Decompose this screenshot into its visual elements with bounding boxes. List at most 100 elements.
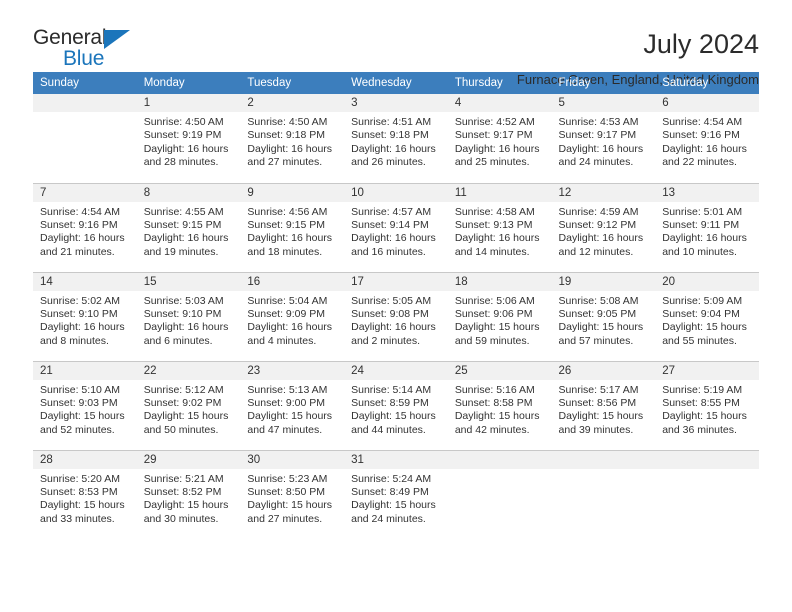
sunrise-text: Sunrise: 4:58 AM <box>454 205 535 218</box>
day-cell[interactable]: 26 Sunrise: 5:17 AM Sunset: 8:56 PM Dayligh… <box>551 361 656 451</box>
day-details: Sunrise: 4:57 AM Sunset: 9:14 PM Daylight:… <box>344 202 448 260</box>
week-row: 7 Sunrise: 4:54 AM Sunset: 9:16 PM Daylight… <box>33 183 759 273</box>
day-cell[interactable]: 25 Sunrise: 5:16 AM Sunset: 8:58 PM Dayligh… <box>447 361 552 451</box>
day-cell[interactable]: 14 Sunrise: 5:02 AM Sunset: 9:10 PM Dayligh… <box>33 272 137 362</box>
day-number: 18 <box>447 272 552 291</box>
day-cell[interactable]: 3 Sunrise: 4:51 AM Sunset: 9:18 PM Daylight… <box>344 94 448 184</box>
day-cell[interactable]: 27 Sunrise: 5:19 AM Sunset: 8:55 PM Dayligh… <box>655 361 759 451</box>
daylight-text: Daylight: 15 hours and 44 minutes. <box>351 410 436 436</box>
sunrise-text: Sunrise: 5:08 AM <box>558 294 639 307</box>
sunset-text: Sunset: 8:53 PM <box>40 485 118 498</box>
day-details: Sunrise: 5:09 AM Sunset: 9:04 PM Daylight:… <box>655 291 759 349</box>
day-cell[interactable]: 16 Sunrise: 5:04 AM Sunset: 9:09 PM Dayligh… <box>240 272 345 362</box>
day-details: Sunrise: 4:56 AM Sunset: 9:15 PM Daylight:… <box>240 202 344 260</box>
sunrise-text: Sunrise: 4:50 AM <box>143 116 224 128</box>
day-number: 30 <box>240 450 345 469</box>
page-header: General Blue July 2024 Furnace Green, En… <box>33 0 759 87</box>
day-number: 20 <box>655 272 759 291</box>
sunset-text: Sunset: 8:52 PM <box>143 485 222 498</box>
daylight-text: Daylight: 16 hours and 24 minutes. <box>558 142 644 169</box>
day-cell[interactable]: 1 Sunrise: 4:50 AM Sunset: 9:19 PM Daylight… <box>136 94 241 184</box>
week-row: 28 Sunrise: 5:20 AM Sunset: 8:53 PM Dayligh… <box>33 450 759 539</box>
day-cell[interactable]: 20 Sunrise: 5:09 AM Sunset: 9:04 PM Dayligh… <box>655 272 759 362</box>
day-number: 12 <box>551 183 656 202</box>
day-cell[interactable]: 23 Sunrise: 5:13 AM Sunset: 9:00 PM Dayligh… <box>240 361 345 451</box>
day-number: 24 <box>344 361 448 380</box>
sunrise-text: Sunrise: 4:54 AM <box>662 116 743 128</box>
sunset-text: Sunset: 9:02 PM <box>143 396 222 409</box>
day-cell[interactable]: 12 Sunrise: 4:59 AM Sunset: 9:12 PM Dayligh… <box>551 183 656 273</box>
daylight-text: Daylight: 16 hours and 8 minutes. <box>40 321 125 347</box>
daylight-text: Daylight: 16 hours and 21 minutes. <box>40 232 125 258</box>
day-number: 15 <box>136 272 241 291</box>
daylight-text: Daylight: 16 hours and 12 minutes. <box>558 232 644 258</box>
general-blue-logo[interactable]: General Blue <box>33 26 183 78</box>
day-cell[interactable]: 11 Sunrise: 4:58 AM Sunset: 9:13 PM Dayligh… <box>447 183 552 273</box>
daylight-text: Daylight: 15 hours and 55 minutes. <box>662 321 747 347</box>
day-cell[interactable]: 19 Sunrise: 5:08 AM Sunset: 9:05 PM Dayligh… <box>551 272 656 362</box>
day-cell[interactable]: 8 Sunrise: 4:55 AM Sunset: 9:15 PM Daylight… <box>136 183 241 273</box>
day-number: 19 <box>551 272 656 291</box>
day-cell[interactable]: 15 Sunrise: 5:03 AM Sunset: 9:10 PM Dayligh… <box>136 272 241 362</box>
day-cell-empty <box>447 450 552 539</box>
day-cell[interactable]: 5 Sunrise: 4:53 AM Sunset: 9:17 PM Daylight… <box>551 94 656 184</box>
day-cell[interactable]: 28 Sunrise: 5:20 AM Sunset: 8:53 PM Dayligh… <box>33 450 137 539</box>
day-details: Sunrise: 5:24 AM Sunset: 8:49 PM Daylight:… <box>344 469 448 527</box>
sunrise-text: Sunrise: 5:05 AM <box>351 294 432 307</box>
day-cell[interactable]: 4 Sunrise: 4:52 AM Sunset: 9:17 PM Daylight… <box>447 94 552 184</box>
day-cell[interactable]: 17 Sunrise: 5:05 AM Sunset: 9:08 PM Dayligh… <box>344 272 448 362</box>
day-details: Sunrise: 4:59 AM Sunset: 9:12 PM Daylight:… <box>552 202 656 260</box>
day-cell[interactable]: 24 Sunrise: 5:14 AM Sunset: 8:59 PM Dayligh… <box>344 361 448 451</box>
day-number: 2 <box>240 94 345 112</box>
day-cell[interactable]: 30 Sunrise: 5:23 AM Sunset: 8:50 PM Dayligh… <box>240 450 345 539</box>
weekday-header-tuesday: Tuesday <box>240 72 345 94</box>
sunrise-text: Sunrise: 5:13 AM <box>247 383 328 396</box>
day-details: Sunrise: 5:05 AM Sunset: 9:08 PM Daylight:… <box>344 291 448 349</box>
sunrise-text: Sunrise: 5:12 AM <box>143 383 224 396</box>
daylight-text: Daylight: 16 hours and 18 minutes. <box>247 232 333 258</box>
day-details: Sunrise: 4:55 AM Sunset: 9:15 PM Daylight:… <box>137 202 241 260</box>
day-cell[interactable]: 7 Sunrise: 4:54 AM Sunset: 9:16 PM Daylight… <box>33 183 137 273</box>
day-cell[interactable]: 9 Sunrise: 4:56 AM Sunset: 9:15 PM Daylight… <box>240 183 345 273</box>
month-calendar: Sunday Monday Tuesday Wednesday Thursday Frid… <box>33 72 759 539</box>
day-cell-empty <box>551 450 656 539</box>
sunset-text: Sunset: 9:05 PM <box>558 307 637 320</box>
sunrise-text: Sunrise: 5:04 AM <box>247 294 328 307</box>
day-cell[interactable]: 10 Sunrise: 4:57 AM Sunset: 9:14 PM Dayligh… <box>344 183 448 273</box>
day-details: Sunrise: 5:12 AM Sunset: 9:02 PM Daylight:… <box>137 380 241 438</box>
day-cell[interactable]: 22 Sunrise: 5:12 AM Sunset: 9:02 PM Dayligh… <box>136 361 241 451</box>
sunrise-text: Sunrise: 5:21 AM <box>143 472 224 485</box>
day-number <box>551 450 656 469</box>
daylight-text: Daylight: 15 hours and 47 minutes. <box>247 410 333 436</box>
sunset-text: Sunset: 9:14 PM <box>351 218 429 231</box>
week-row: 14 Sunrise: 5:02 AM Sunset: 9:10 PM Dayligh… <box>33 272 759 362</box>
sunrise-text: Sunrise: 5:19 AM <box>662 383 743 396</box>
sunset-text: Sunset: 9:09 PM <box>247 307 326 320</box>
daylight-text: Daylight: 15 hours and 50 minutes. <box>143 410 229 436</box>
day-cell[interactable]: 2 Sunrise: 4:50 AM Sunset: 9:18 PM Daylight… <box>240 94 345 184</box>
sunset-text: Sunset: 9:17 PM <box>454 129 533 142</box>
sunset-text: Sunset: 8:59 PM <box>351 396 429 409</box>
day-cell[interactable]: 31 Sunrise: 5:24 AM Sunset: 8:49 PM Dayligh… <box>344 450 448 539</box>
day-cell[interactable]: 18 Sunrise: 5:06 AM Sunset: 9:06 PM Dayligh… <box>447 272 552 362</box>
daylight-text: Daylight: 16 hours and 4 minutes. <box>247 321 333 347</box>
sunrise-text: Sunrise: 4:53 AM <box>558 116 639 128</box>
day-cell[interactable]: 6 Sunrise: 4:54 AM Sunset: 9:16 PM Daylight… <box>655 94 759 184</box>
day-cell[interactable]: 29 Sunrise: 5:21 AM Sunset: 8:52 PM Dayligh… <box>136 450 241 539</box>
sunrise-text: Sunrise: 5:16 AM <box>454 383 535 396</box>
sunset-text: Sunset: 9:17 PM <box>558 129 637 142</box>
day-details: Sunrise: 4:54 AM Sunset: 9:16 PM Daylight:… <box>655 112 759 170</box>
day-details: Sunrise: 4:51 AM Sunset: 9:18 PM Daylight:… <box>344 112 448 170</box>
day-number: 6 <box>655 94 759 112</box>
day-details: Sunrise: 5:02 AM Sunset: 9:10 PM Daylight:… <box>33 291 137 349</box>
day-number: 10 <box>344 183 448 202</box>
calendar-page: General Blue July 2024 Furnace Green, En… <box>0 0 792 612</box>
sunrise-text: Sunrise: 5:06 AM <box>454 294 535 307</box>
sunset-text: Sunset: 9:13 PM <box>454 218 533 231</box>
day-cell[interactable]: 13 Sunrise: 5:01 AM Sunset: 9:11 PM Dayligh… <box>655 183 759 273</box>
daylight-text: Daylight: 16 hours and 26 minutes. <box>351 142 436 169</box>
day-details: Sunrise: 5:23 AM Sunset: 8:50 PM Daylight:… <box>240 469 344 527</box>
day-number: 9 <box>240 183 345 202</box>
day-cell[interactable]: 21 Sunrise: 5:10 AM Sunset: 9:03 PM Dayligh… <box>33 361 137 451</box>
day-number: 31 <box>344 450 448 469</box>
